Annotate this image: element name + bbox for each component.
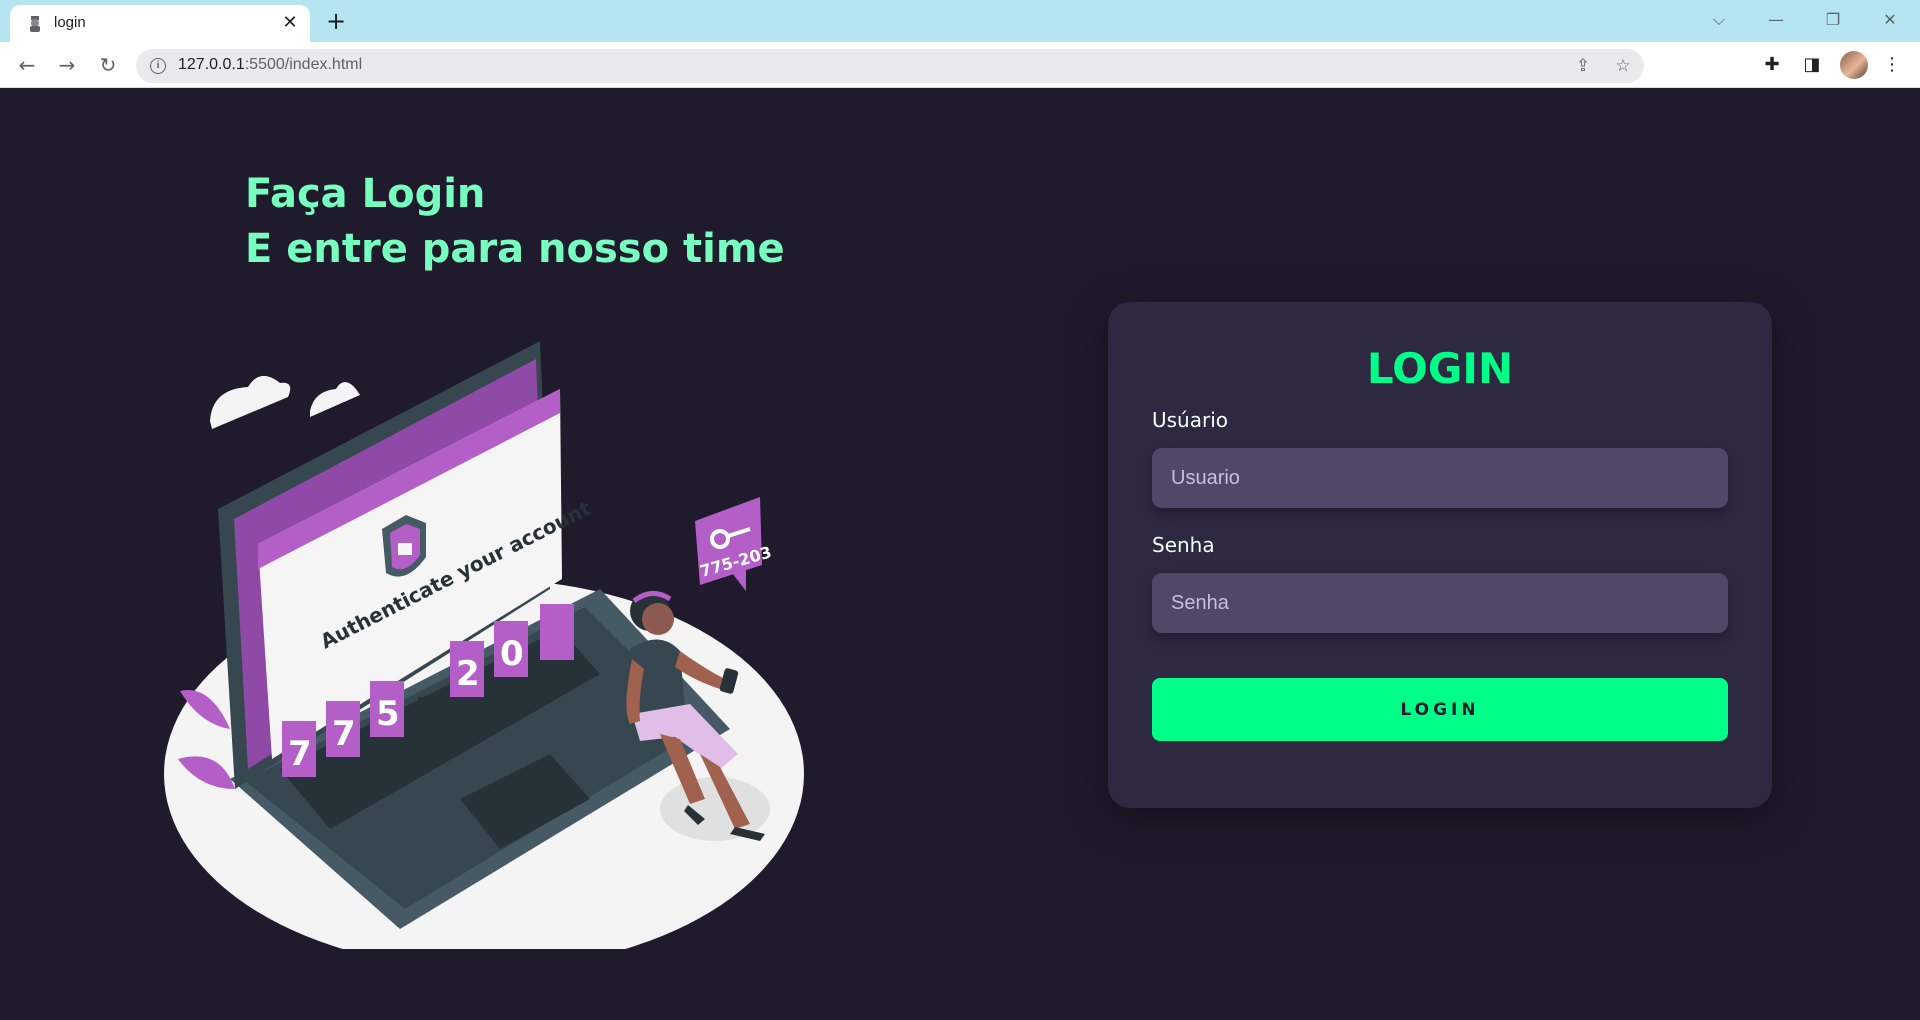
back-arrow-icon[interactable]: ← xyxy=(13,51,41,79)
browser-toolbar: ← → ↻ i 127.0.0.1:5500/index.html ⇪ ☆ ✚ … xyxy=(0,42,1920,88)
url-host: 127.0.0.1 xyxy=(178,56,245,73)
menu-kebab-icon[interactable]: ⋮ xyxy=(1880,53,1904,77)
user-input[interactable] xyxy=(1152,448,1728,508)
code-digit: 2 xyxy=(456,654,480,694)
reload-icon[interactable]: ↻ xyxy=(94,51,122,79)
url-path: :5500/index.html xyxy=(244,56,363,73)
code-digit: 7 xyxy=(332,714,356,754)
minimize-icon[interactable]: — xyxy=(1761,6,1791,34)
forward-arrow-icon[interactable]: → xyxy=(53,51,81,79)
password-label: Senha xyxy=(1152,533,1215,557)
clouds xyxy=(210,375,360,429)
key-bubble: 775-203 xyxy=(695,497,774,591)
share-icon[interactable]: ⇪ xyxy=(1572,55,1594,77)
user-label: Usúario xyxy=(1152,408,1229,432)
login-illustration: Authenticate your account 7 7 5 - 2 0 77… xyxy=(164,341,804,949)
url-text[interactable]: 127.0.0.1:5500/index.html xyxy=(178,56,362,74)
tab-close-icon[interactable]: ✕ xyxy=(280,13,300,33)
code-digit: 5 xyxy=(376,694,400,734)
site-info-icon[interactable]: i xyxy=(150,58,166,74)
site-favicon-icon xyxy=(30,16,40,32)
profile-avatar[interactable] xyxy=(1840,51,1868,79)
address-bar[interactable]: i 127.0.0.1:5500/index.html ⇪ ☆ xyxy=(136,49,1644,83)
page-body: Faça Login E entre para nosso time Authe… xyxy=(0,89,1920,1020)
tab-strip: login ✕ + ⌵ — ❐ ✕ xyxy=(0,0,1920,42)
code-dash: - xyxy=(416,678,430,718)
password-input[interactable] xyxy=(1152,573,1728,633)
login-button[interactable]: LOGIN xyxy=(1152,678,1728,741)
browser-tab[interactable]: login ✕ xyxy=(10,5,310,42)
window-close-icon[interactable]: ✕ xyxy=(1875,6,1905,34)
code-digit: 0 xyxy=(500,634,524,674)
new-tab-button[interactable]: + xyxy=(322,8,350,36)
restore-icon[interactable]: ❐ xyxy=(1818,6,1848,34)
page-headline: Faça Login E entre para nosso time xyxy=(245,167,785,277)
login-title: LOGIN xyxy=(1366,344,1514,393)
side-panel-icon[interactable]: ◨ xyxy=(1800,53,1824,77)
tab-search-chevron-icon[interactable]: ⌵ xyxy=(1704,6,1734,34)
tab-title: login xyxy=(54,14,86,31)
bookmark-star-icon[interactable]: ☆ xyxy=(1612,55,1634,77)
extensions-puzzle-icon[interactable]: ✚ xyxy=(1760,53,1784,77)
code-digit: 7 xyxy=(288,734,312,774)
login-card: LOGIN Usúario Senha LOGIN xyxy=(1108,302,1772,808)
headline-line-2: E entre para nosso time xyxy=(245,226,785,272)
headline-line-1: Faça Login xyxy=(245,171,486,217)
